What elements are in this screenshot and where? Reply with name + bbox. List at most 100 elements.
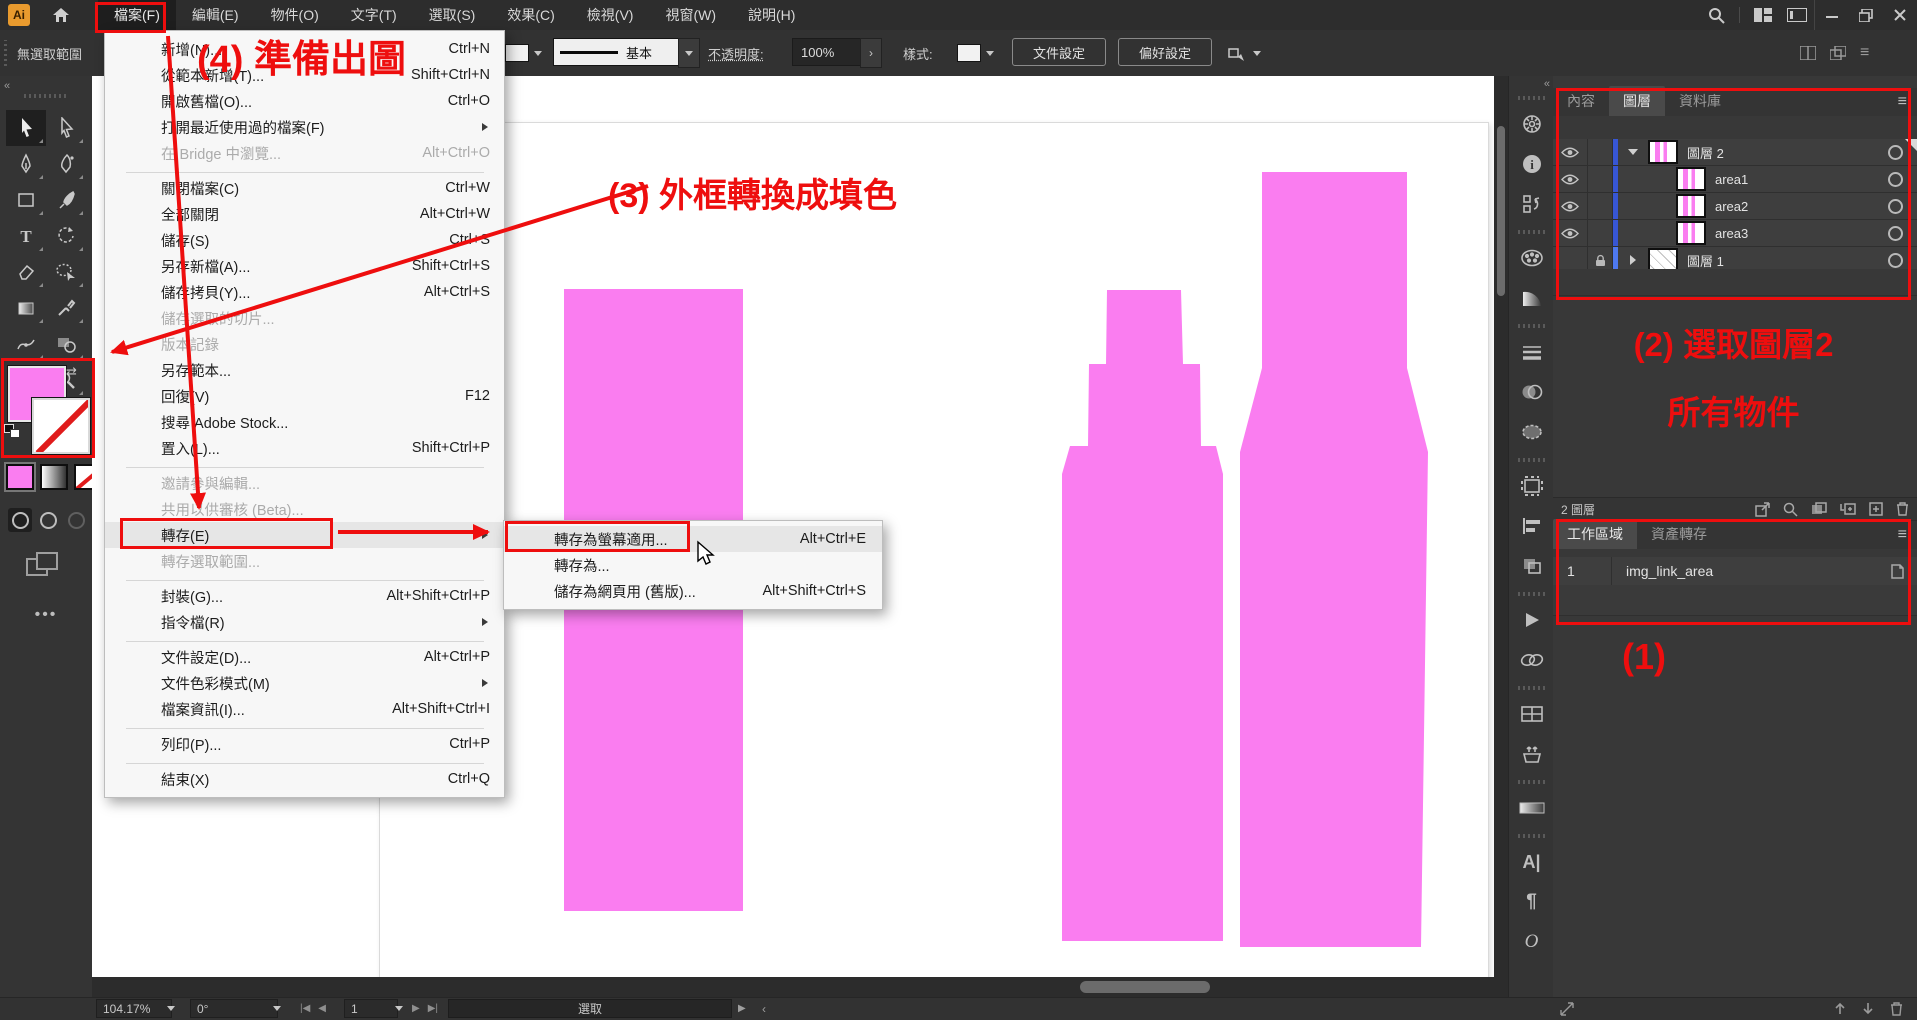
tab-asset-export[interactable]: 資產轉存	[1637, 519, 1721, 549]
last-artboard-icon[interactable]: ▶|	[428, 1003, 438, 1014]
layer-thumbnail[interactable]	[1676, 167, 1706, 191]
links-icon[interactable]	[1509, 640, 1554, 680]
menu-item[interactable]: 結束(X) Ctrl+Q	[105, 766, 504, 792]
character-icon[interactable]: A|	[1509, 842, 1554, 882]
brush-dropdown-button[interactable]	[678, 38, 700, 68]
rotate-tool[interactable]	[46, 218, 86, 254]
menu-item[interactable]: 轉存(E)	[105, 522, 504, 548]
selection-tool[interactable]	[6, 110, 46, 146]
menu-item[interactable]	[105, 635, 504, 644]
panel-group-grip[interactable]	[1518, 458, 1546, 462]
appearance-icon[interactable]	[1509, 412, 1554, 452]
zoom-level-field[interactable]: 104.17%	[96, 999, 172, 1018]
menu-item[interactable]	[105, 757, 504, 766]
variable-width-dropdown[interactable]	[505, 38, 542, 68]
direct-selection-tool[interactable]	[46, 110, 86, 146]
workspace-icon[interactable]	[1746, 0, 1780, 30]
locate-icon[interactable]	[1783, 502, 1798, 517]
tab-layers[interactable]: 圖層	[1609, 86, 1665, 116]
menu-item[interactable]: 開啟舊檔(O)... Ctrl+O	[105, 88, 504, 114]
delete-icon[interactable]	[1896, 502, 1909, 516]
menubar-item[interactable]: 選取(S)	[413, 0, 492, 30]
panel-group-grip[interactable]	[1518, 96, 1546, 100]
panel-group-grip[interactable]	[1518, 686, 1546, 690]
rotation-field[interactable]: 0°	[190, 999, 278, 1018]
opacity-expand-button[interactable]: ›	[860, 38, 882, 68]
minimize-icon[interactable]	[1815, 0, 1849, 30]
menu-item[interactable]: 從範本新增(T)... Shift+Ctrl+N	[105, 62, 504, 88]
panel-menu-icon[interactable]: ≡	[1898, 526, 1907, 544]
menu-item[interactable]: 另存範本...	[105, 357, 504, 383]
opacity-field[interactable]: 100%	[792, 38, 866, 66]
menu-item[interactable]: 新增(N)... Ctrl+N	[105, 36, 504, 62]
rotation-dropdown-icon[interactable]	[268, 999, 281, 1018]
pen-tool[interactable]	[6, 146, 46, 182]
eraser-tool[interactable]	[6, 254, 46, 290]
expand-chevron[interactable]	[1628, 149, 1638, 155]
target-circle[interactable]	[1888, 199, 1903, 214]
lock-toggle[interactable]	[1588, 193, 1613, 219]
menubar-item[interactable]: 效果(C)	[491, 0, 570, 30]
transparency-icon[interactable]	[1509, 372, 1554, 412]
menu-item[interactable]: 儲存選取的切片...	[105, 305, 504, 331]
tab-content[interactable]: 內容	[1553, 86, 1609, 116]
width-tool[interactable]	[6, 326, 46, 362]
menu-item[interactable]	[105, 461, 504, 470]
menu-item[interactable]: 指令檔(R)	[105, 609, 504, 635]
info-icon[interactable]: i	[1509, 144, 1554, 184]
visibility-toggle[interactable]	[1553, 193, 1588, 219]
draw-normal-mode[interactable]	[8, 508, 32, 532]
lasso-select-tool[interactable]	[46, 254, 86, 290]
horizontal-scrollbar-thumb[interactable]	[1080, 981, 1210, 993]
draw-inside-mode[interactable]	[64, 508, 88, 532]
lock-toggle[interactable]	[1588, 166, 1613, 192]
menu-item[interactable]: 另存新檔(A)... Shift+Ctrl+S	[105, 253, 504, 279]
visibility-toggle[interactable]	[1553, 139, 1588, 165]
controlbar-grip[interactable]	[4, 40, 7, 66]
draw-behind-mode[interactable]	[36, 508, 60, 532]
panel-group-grip[interactable]	[1518, 834, 1546, 838]
gradient-tool[interactable]	[6, 290, 46, 326]
menu-item[interactable]: 回復(V) F12	[105, 383, 504, 409]
opacity-label[interactable]: 不透明度:	[708, 38, 764, 68]
layer-name[interactable]: 圖層 2	[1687, 143, 1888, 162]
menu-item[interactable]: 在 Bridge 中瀏覽... Alt+Ctrl+O	[105, 140, 504, 166]
tab-libraries[interactable]: 資料庫	[1665, 86, 1735, 116]
toolbar-grip[interactable]	[24, 94, 68, 98]
home-icon[interactable]	[52, 7, 70, 23]
menu-item[interactable]: 打開最近使用過的檔案(F)	[105, 114, 504, 140]
layer-name[interactable]: 圖層 1	[1687, 251, 1888, 270]
layer-row[interactable]: area3	[1553, 220, 1917, 247]
next-artboard-icon[interactable]: ▶	[412, 1003, 420, 1014]
menu-item[interactable]: 檔案資訊(I)... Alt+Shift+Ctrl+I	[105, 696, 504, 722]
stroke-swatch[interactable]	[32, 398, 90, 454]
preferences-button[interactable]: 偏好設定	[1118, 38, 1212, 66]
lock-toggle[interactable]	[1588, 139, 1613, 165]
menu-item[interactable]	[105, 574, 504, 583]
target-circle[interactable]	[1888, 172, 1903, 187]
eyedropper-tool[interactable]	[46, 290, 86, 326]
collapse-toolbar-icon[interactable]: «	[4, 80, 10, 92]
stroke-icon[interactable]	[1509, 332, 1554, 372]
default-swatches-icon[interactable]	[4, 424, 22, 440]
zoom-dropdown-icon[interactable]	[162, 999, 175, 1018]
artboard-dropdown-icon[interactable]	[390, 999, 403, 1018]
trash-icon[interactable]	[1890, 1002, 1903, 1016]
menu-item[interactable]: 關閉檔案(C) Ctrl+W	[105, 175, 504, 201]
layer-name[interactable]: area3	[1715, 226, 1888, 241]
menu-item[interactable]: 文件設定(D)... Alt+Ctrl+P	[105, 644, 504, 670]
menu-item[interactable]: 邀請參與編輯...	[105, 470, 504, 496]
menubar-item[interactable]: 檔案(F)	[98, 0, 176, 30]
panel-group-grip[interactable]	[1518, 324, 1546, 328]
menubar-item[interactable]: 檢視(V)	[571, 0, 650, 30]
layer-name[interactable]: area1	[1715, 172, 1888, 187]
shape-builder-tool[interactable]	[46, 326, 86, 362]
menu-item[interactable]: 共用以供審核 (Beta)...	[105, 496, 504, 522]
artboard-row[interactable]: 1 img_link_area	[1553, 557, 1917, 586]
vertical-scrollbar-thumb[interactable]	[1497, 126, 1505, 296]
brush-definition-dropdown[interactable]: 基本	[553, 38, 685, 66]
transform-icon[interactable]	[1509, 184, 1554, 224]
arrange-documents-icon[interactable]	[1780, 0, 1814, 30]
horizontal-scrollbar[interactable]	[92, 977, 1508, 997]
artboard-name[interactable]: img_link_area	[1612, 563, 1889, 579]
